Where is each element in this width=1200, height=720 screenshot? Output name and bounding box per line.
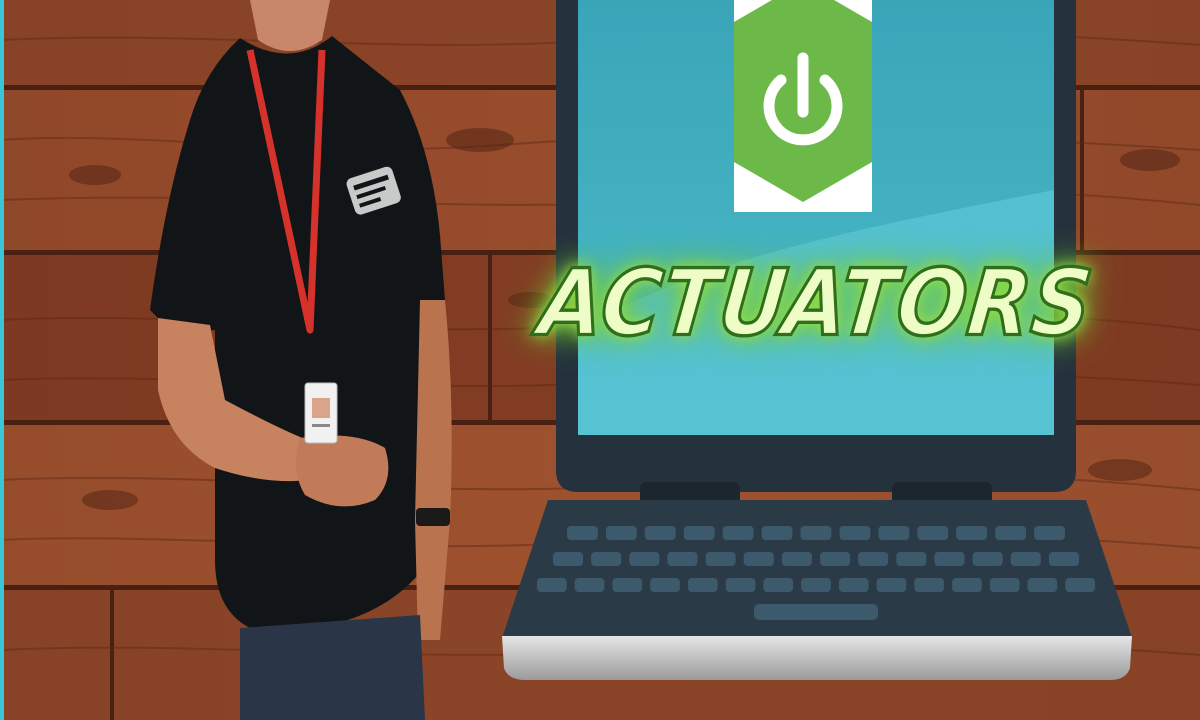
keyboard-key xyxy=(612,578,643,592)
frame-edge xyxy=(0,0,4,720)
keyboard-key xyxy=(801,578,831,592)
keyboard-key xyxy=(781,552,812,566)
keyboard-key xyxy=(553,552,584,566)
keyboard-key xyxy=(858,552,889,566)
keyboard-key xyxy=(896,552,927,566)
keyboard-key xyxy=(839,526,871,540)
keyboard-key xyxy=(1065,578,1095,592)
keyboard-key xyxy=(629,552,660,566)
keyboard-key xyxy=(743,552,774,566)
keyboard-key xyxy=(1048,552,1079,566)
keyboard-key xyxy=(725,578,756,592)
keyboard-key xyxy=(687,578,718,592)
keyboard-key xyxy=(763,578,794,592)
headline-text: ACTUATORS xyxy=(533,248,1100,358)
keyboard-key xyxy=(683,526,715,540)
keyboard-key xyxy=(952,578,982,592)
keyboard-key xyxy=(1010,552,1041,566)
keyboard-key xyxy=(956,526,988,540)
keyboard-key xyxy=(800,526,832,540)
keyboard-key xyxy=(644,526,676,540)
keyboard-key xyxy=(914,578,944,592)
keyboard-key xyxy=(838,578,869,592)
keyboard-key xyxy=(650,578,680,592)
keyboard-key xyxy=(722,526,754,540)
keyboard-key xyxy=(989,578,1020,592)
keyboard-key xyxy=(878,526,910,540)
keyboard-key xyxy=(917,526,949,540)
keyboard-key xyxy=(667,552,698,566)
keyboard-key xyxy=(605,526,637,540)
keyboard-key xyxy=(972,552,1003,566)
keyboard-key xyxy=(1027,578,1058,592)
keyboard-key xyxy=(591,552,622,566)
keyboard-key xyxy=(934,552,965,566)
keyboard-key xyxy=(537,578,567,592)
keyboard-key xyxy=(1034,526,1065,540)
keyboard-key xyxy=(761,526,793,540)
keyboard-key xyxy=(995,526,1027,540)
power-icon xyxy=(734,0,872,212)
keyboard-key xyxy=(574,578,605,592)
keyboard-key xyxy=(820,552,851,566)
keyboard-key xyxy=(876,578,907,592)
keyboard-key xyxy=(705,552,736,566)
keyboard-key xyxy=(567,526,598,540)
thumbnail-canvas: ACTUATORS xyxy=(0,0,1200,720)
